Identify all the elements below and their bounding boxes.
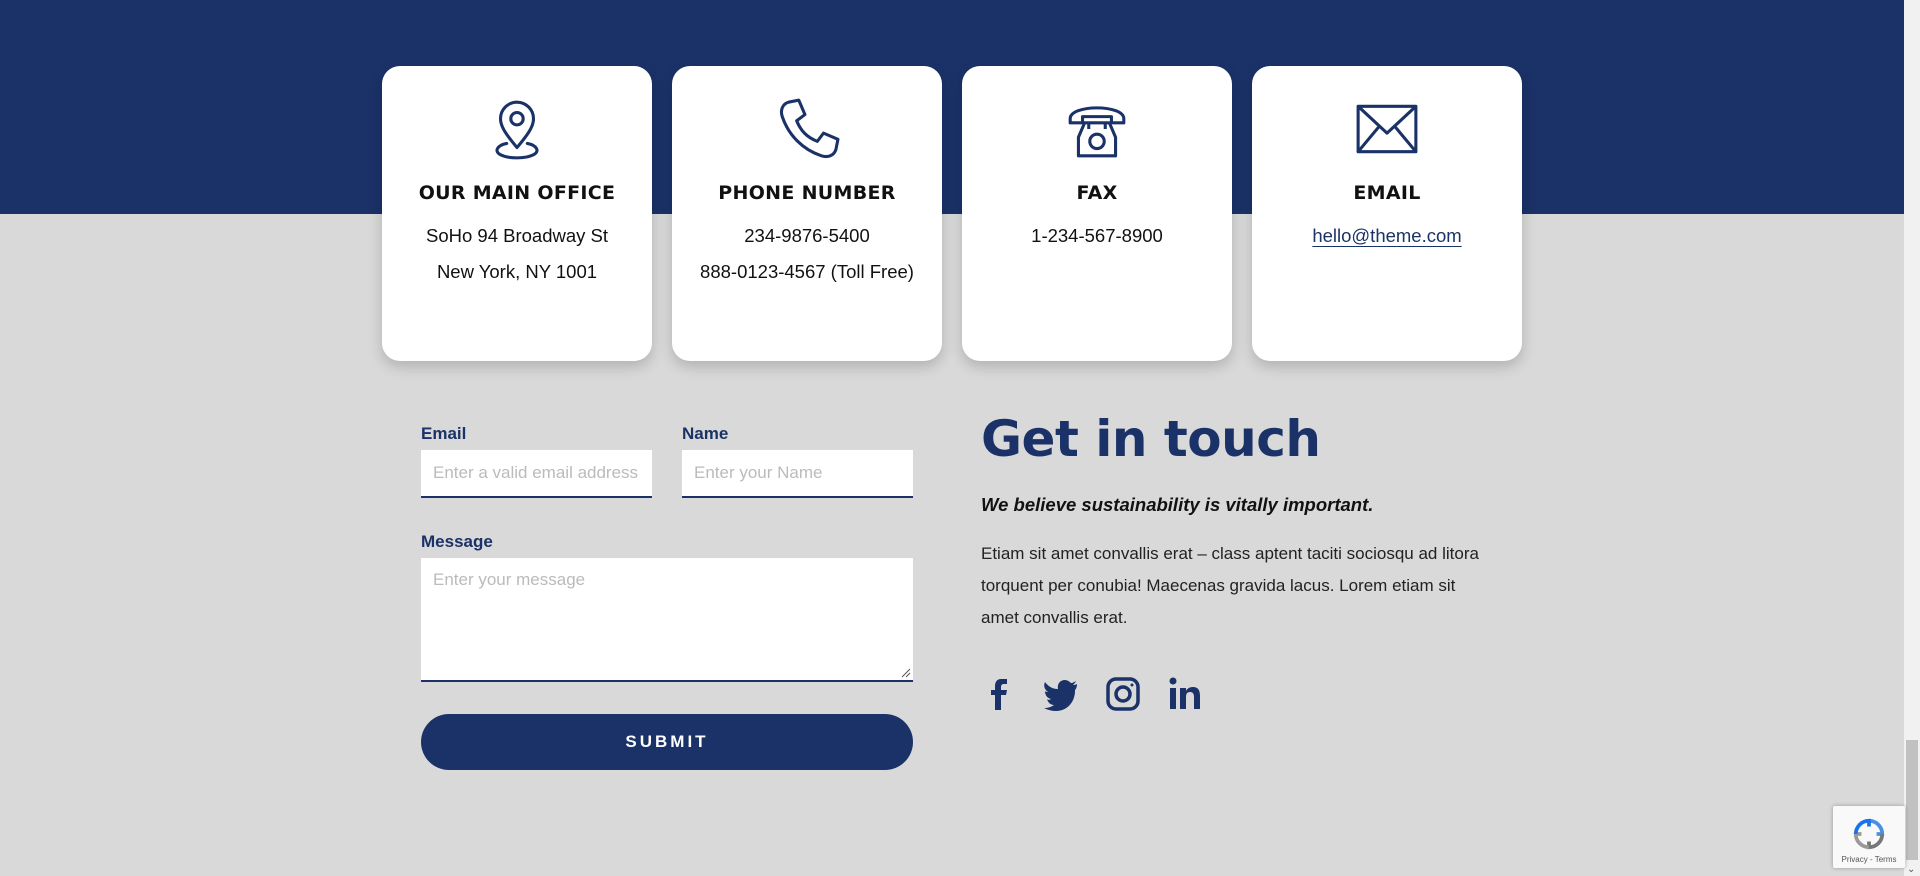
email-label: Email: [421, 424, 467, 443]
instagram-icon[interactable]: [1105, 676, 1141, 712]
email-placeholder: Enter a valid email address: [433, 463, 639, 482]
office-card: OUR MAIN OFFICE SoHo 94 Broadway St New …: [382, 66, 652, 361]
card-text: hello@theme.com: [1272, 218, 1502, 254]
social-links: [981, 676, 1501, 712]
phone-line-2: 888-0123-4567 (Toll Free): [700, 261, 914, 282]
contact-form: Email Enter a valid email address Name E…: [421, 424, 913, 770]
scroll-down-icon[interactable]: ⌄: [1907, 864, 1917, 875]
address-line-2: New York, NY 1001: [436, 261, 598, 282]
linkedin-icon[interactable]: [1167, 676, 1203, 712]
scroll-thumb[interactable]: [1906, 740, 1918, 860]
phone-line-1: 234-9876-5400: [744, 225, 870, 246]
recaptcha-text: Privacy - Terms: [1841, 855, 1897, 864]
card-text: 1-234-567-8900: [982, 218, 1212, 254]
fax-card: FAX 1-234-567-8900: [962, 66, 1232, 361]
card-title: PHONE NUMBER: [718, 182, 896, 204]
email-link[interactable]: hello@theme.com: [1312, 225, 1461, 246]
body-text: Etiam sit amet convallis erat – class ap…: [981, 544, 1479, 627]
card-text: SoHo 94 Broadway St New York, NY 1001: [402, 218, 632, 290]
message-field[interactable]: Enter your message: [421, 558, 913, 682]
message-placeholder: Enter your message: [433, 570, 586, 589]
name-field[interactable]: Enter your Name: [682, 450, 913, 498]
card-title: FAX: [1076, 182, 1118, 204]
phone-card: PHONE NUMBER 234-9876-5400 888-0123-4567…: [672, 66, 942, 361]
contact-cards: OUR MAIN OFFICE SoHo 94 Broadway St New …: [382, 66, 1522, 361]
recaptcha-badge[interactable]: Privacy - Terms: [1833, 806, 1905, 868]
resize-handle-icon[interactable]: [899, 666, 911, 678]
info-section: Get in touch We believe sustainability i…: [981, 410, 1501, 712]
card-title: OUR MAIN OFFICE: [418, 182, 616, 204]
section-heading: Get in touch: [981, 410, 1321, 468]
recaptcha-icon: [1853, 818, 1885, 850]
tagline: We believe sustainability is vitally imp…: [981, 494, 1374, 515]
submit-button[interactable]: SUBMIT: [421, 714, 913, 770]
fax-line: 1-234-567-8900: [1031, 225, 1163, 246]
twitter-icon[interactable]: [1043, 676, 1079, 712]
phone-icon: [772, 94, 842, 164]
telephone-icon: [1062, 94, 1132, 164]
name-label: Name: [682, 424, 729, 443]
scrollbar[interactable]: ⌄: [1904, 0, 1920, 876]
location-pin-icon: [482, 94, 552, 164]
envelope-icon: [1352, 94, 1422, 164]
message-label: Message: [421, 532, 493, 551]
address-line-1: SoHo 94 Broadway St: [425, 225, 609, 246]
card-text: 234-9876-5400 888-0123-4567 (Toll Free): [692, 218, 922, 290]
card-title: EMAIL: [1353, 182, 1421, 204]
facebook-icon[interactable]: [981, 676, 1017, 712]
name-placeholder: Enter your Name: [694, 463, 823, 482]
email-card: EMAIL hello@theme.com: [1252, 66, 1522, 361]
email-field[interactable]: Enter a valid email address: [421, 450, 652, 498]
